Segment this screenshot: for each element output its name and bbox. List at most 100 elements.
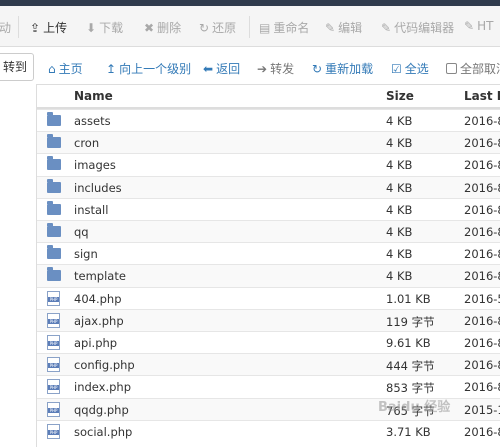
php-file-icon: PHP xyxy=(47,312,60,328)
reload-label: 重新加载 xyxy=(325,62,374,76)
table-row[interactable]: assets 4 KB 2016-8 xyxy=(37,109,500,132)
file-name[interactable]: api.php xyxy=(74,336,117,350)
goto-button[interactable]: 转到 xyxy=(0,53,34,81)
checkbox-icon xyxy=(446,63,457,74)
file-name[interactable]: template xyxy=(74,269,126,283)
file-modified: 2016-8 xyxy=(464,247,500,262)
file-modified: 2016-8 xyxy=(464,202,500,217)
upload-icon: ⇪ xyxy=(30,21,41,35)
folder-icon xyxy=(47,112,61,126)
rename-icon: ▤ xyxy=(259,21,271,35)
file-name[interactable]: assets xyxy=(74,114,111,128)
upload-button[interactable]: ⇪ 上传 xyxy=(30,19,67,36)
rename-button[interactable]: ▤ 重命名 xyxy=(259,19,309,36)
reload-button[interactable]: ↻ 重新加载 xyxy=(312,60,373,77)
html-editor-label: HT xyxy=(477,19,494,33)
table-row[interactable]: template 4 KB 2016-8 xyxy=(37,264,500,288)
table-row[interactable]: images 4 KB 2016-8 xyxy=(37,153,500,176)
home-button[interactable]: ⌂ 主页 xyxy=(48,60,83,77)
edit-icon: ✎ xyxy=(325,21,336,35)
code-editor-button[interactable]: ✎ 代码编辑器 xyxy=(381,19,454,36)
file-size: 119 字节 xyxy=(386,314,435,329)
html-editor-icon: ✎ xyxy=(464,19,475,33)
table-row[interactable]: sign 4 KB 2016-8 xyxy=(37,242,500,265)
php-file-icon: PHP xyxy=(47,423,60,439)
php-file-icon: PHP xyxy=(47,290,60,306)
file-list-panel: Name Size Last M assets 4 KB 2016-8 cron 4 K… xyxy=(36,84,500,447)
file-name[interactable]: qq xyxy=(74,225,89,239)
file-size: 4 KB xyxy=(386,269,413,284)
file-name[interactable]: ajax.php xyxy=(74,314,124,328)
file-modified: 2016-8 xyxy=(464,336,500,350)
delete-icon: ✖ xyxy=(144,21,155,35)
refresh-icon: ↻ xyxy=(312,62,323,76)
navigation-bar: 转到 ⌂主页 ↥向上一个级别 ⬅返回 ➔转发 ↻重新加载 ☑全选 全部取消 xyxy=(0,47,500,87)
unselect-all-button[interactable]: 全部取消 xyxy=(446,60,500,77)
folder-icon xyxy=(47,245,61,260)
folder-icon xyxy=(47,223,61,237)
file-name[interactable]: 404.php xyxy=(74,292,122,306)
table-row[interactable]: PHP index.php 853 字节 2016-8 xyxy=(37,375,500,398)
up-level-button[interactable]: ↥ 向上一个级别 xyxy=(106,60,191,77)
select-all-button[interactable]: ☑ 全选 xyxy=(391,60,429,77)
file-size: 9.61 KB xyxy=(386,336,431,350)
toolbar: 动 ⇪ 上传 ⬇ 下载 ✖ 删除 ↻ 还原 ▤ 重命名 ✎ 编辑 ✎ 代码编辑器 ✎ HT xyxy=(0,6,500,47)
toolbar-separator xyxy=(18,16,19,38)
file-name[interactable]: config.php xyxy=(74,358,135,372)
file-modified: 2015-1 xyxy=(464,402,500,417)
restore-button[interactable]: ↻ 还原 xyxy=(199,19,236,36)
file-name[interactable]: qqdg.php xyxy=(74,403,129,417)
delete-button[interactable]: ✖ 删除 xyxy=(144,19,181,36)
html-editor-button[interactable]: ✎ HT xyxy=(464,19,493,33)
table-row[interactable]: PHP 404.php 1.01 KB 2016-5 xyxy=(37,286,500,310)
table-row[interactable]: cron 4 KB 2016-8 xyxy=(37,131,500,155)
arrow-right-icon: ➔ xyxy=(257,62,268,76)
file-name[interactable]: images xyxy=(74,158,116,172)
table-row[interactable]: PHP social.php 3.71 KB 2016-8 xyxy=(37,419,500,443)
folder-icon xyxy=(47,267,61,282)
edit-button[interactable]: ✎ 编辑 xyxy=(325,19,362,36)
watermark: Baidu 经验 xyxy=(378,400,451,415)
name-column-header[interactable]: Name xyxy=(74,89,113,103)
arrow-left-icon: ⬅ xyxy=(203,62,214,76)
file-modified: 2016-8 xyxy=(464,225,500,239)
table-row[interactable]: PHP ajax.php 119 字节 2016-8 xyxy=(37,308,500,332)
file-modified: 2016-5 xyxy=(464,291,500,306)
size-column-header[interactable]: Size xyxy=(386,89,414,103)
rename-label: 重命名 xyxy=(273,21,310,35)
file-name[interactable]: social.php xyxy=(74,425,132,439)
back-button[interactable]: ⬅ 返回 xyxy=(203,60,240,77)
file-size: 3.71 KB xyxy=(386,424,431,439)
checked-box-icon: ☑ xyxy=(391,62,402,76)
modified-column-header[interactable]: Last M xyxy=(464,89,500,103)
file-size: 1.01 KB xyxy=(386,291,431,306)
file-modified: 2016-8 xyxy=(464,136,500,151)
move-button[interactable]: 动 xyxy=(0,19,11,36)
level-up-icon: ↥ xyxy=(106,62,117,76)
download-icon: ⬇ xyxy=(86,21,97,35)
file-name[interactable]: sign xyxy=(74,247,98,261)
back-label: 返回 xyxy=(216,62,241,76)
download-label: 下载 xyxy=(99,21,124,35)
php-file-icon: PHP xyxy=(47,357,60,373)
file-size: 853 字节 xyxy=(386,381,435,396)
table-row[interactable]: PHP api.php 9.61 KB 2016-8 xyxy=(37,331,500,354)
download-button[interactable]: ⬇ 下载 xyxy=(86,19,123,36)
table-row[interactable]: includes 4 KB 2016-8 xyxy=(37,175,500,199)
php-file-icon: PHP xyxy=(47,401,60,417)
home-icon: ⌂ xyxy=(48,62,56,76)
table-row[interactable]: qq 4 KB 2016-8 xyxy=(37,220,500,243)
file-name[interactable]: cron xyxy=(74,136,99,150)
table-row[interactable]: install 4 KB 2016-8 xyxy=(37,197,500,221)
file-size: 444 字节 xyxy=(386,359,435,374)
file-name[interactable]: index.php xyxy=(74,380,131,394)
table-row[interactable]: PHP config.php 444 字节 2016-8 xyxy=(37,353,500,377)
file-name[interactable]: includes xyxy=(74,181,122,195)
file-modified: 2016-8 xyxy=(464,180,500,195)
delete-label: 删除 xyxy=(157,21,182,35)
file-modified: 2016-8 xyxy=(464,358,500,373)
restore-icon: ↻ xyxy=(199,21,210,35)
forward-button[interactable]: ➔ 转发 xyxy=(257,60,294,77)
move-label: 动 xyxy=(0,21,12,35)
file-name[interactable]: install xyxy=(74,203,108,217)
